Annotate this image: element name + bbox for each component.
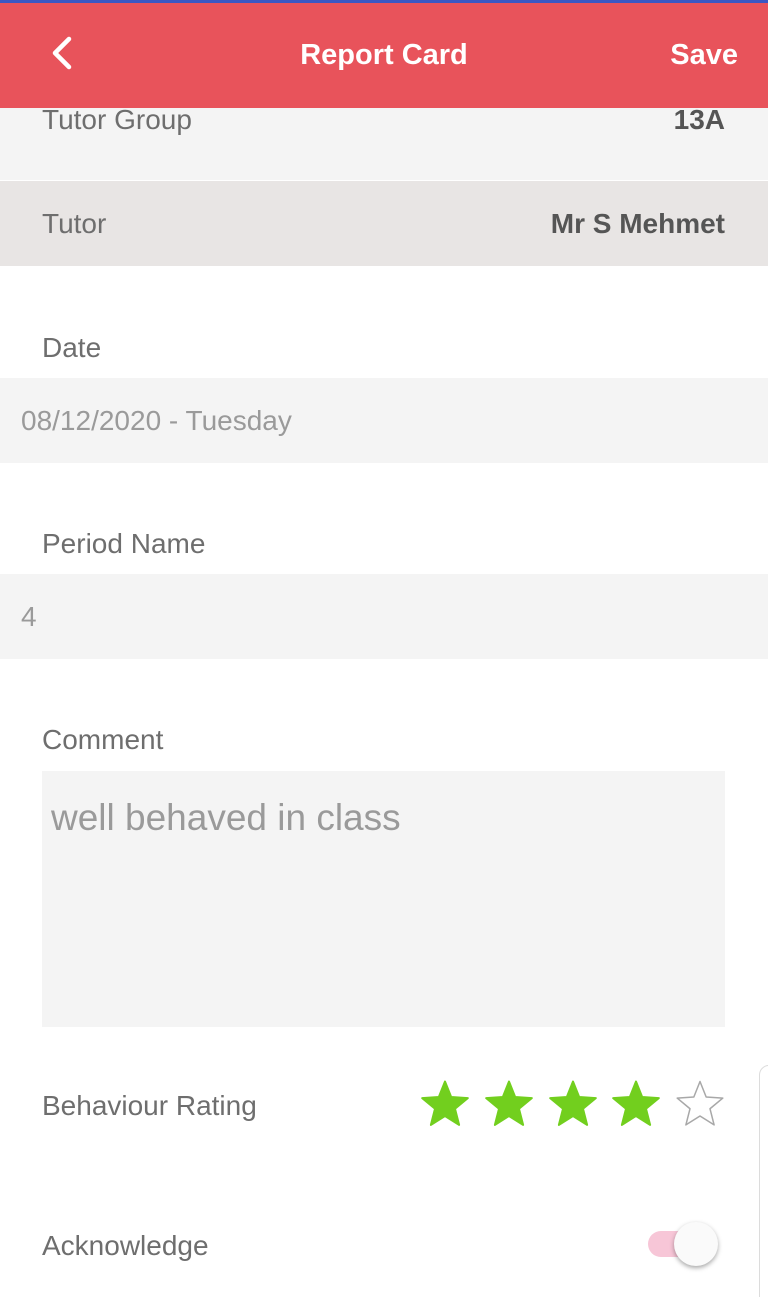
save-button[interactable]: Save [670, 39, 738, 72]
period-field-container [0, 574, 768, 659]
report-form[interactable]: Tutor Group 13A Tutor Mr S Mehmet Date P… [0, 108, 768, 1297]
star-icon-filled[interactable] [547, 1078, 599, 1130]
tutor-value: Mr S Mehmet [550, 208, 725, 239]
comment-label: Comment [42, 724, 164, 755]
period-name-label: Period Name [42, 528, 206, 559]
comment-textarea[interactable]: well behaved in class [42, 771, 725, 1027]
app-bar: Report Card Save [0, 3, 768, 108]
date-field-container [0, 378, 768, 463]
star-icon-filled[interactable] [610, 1078, 662, 1130]
behaviour-rating-label: Behaviour Rating [42, 1090, 257, 1121]
date-label: Date [42, 332, 102, 363]
behaviour-rating-stars[interactable] [408, 1078, 726, 1130]
star-icon-empty[interactable] [674, 1078, 726, 1130]
acknowledge-toggle[interactable] [648, 1222, 718, 1268]
page-title: Report Card [300, 39, 468, 71]
tutor-group-value: 13A [673, 108, 725, 135]
tutor-row: Tutor Mr S Mehmet [0, 181, 768, 266]
toggle-thumb [674, 1222, 718, 1266]
star-icon-filled[interactable] [419, 1078, 471, 1130]
period-name-field[interactable] [21, 574, 741, 659]
acknowledge-label: Acknowledge [42, 1230, 209, 1261]
tutor-group-row: Tutor Group 13A [0, 108, 768, 180]
tutor-group-label: Tutor Group [42, 108, 192, 135]
side-sheet-edge [759, 1065, 768, 1297]
date-field[interactable] [21, 378, 741, 463]
tutor-label: Tutor [42, 208, 107, 239]
star-icon-filled[interactable] [483, 1078, 535, 1130]
